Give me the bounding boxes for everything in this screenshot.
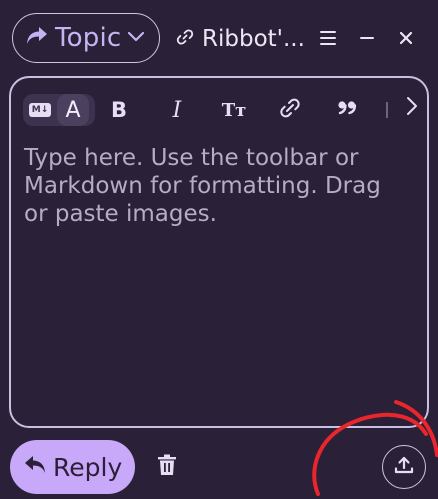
upload-button[interactable] [382,445,426,489]
trash-icon [157,454,177,481]
rich-text-mode-icon[interactable]: A [57,94,89,126]
topic-label: Topic [55,23,122,53]
formatting-toolbar: M↓ A B I Tт [11,78,427,140]
chevron-down-icon [127,29,145,47]
close-icon[interactable] [392,24,420,52]
minimize-icon[interactable] [353,24,381,52]
topic-link[interactable]: Ribbot'... [176,22,305,56]
toolbar-divider [385,96,389,124]
heading-icon: Tт [221,99,247,121]
heading-button[interactable]: Tт [221,96,247,124]
italic-icon: I [172,97,182,123]
topic-selector[interactable]: Topic [12,13,160,63]
link-icon [176,28,194,51]
topic-title: Ribbot'... [202,26,305,52]
toolbar-more-button[interactable] [403,94,421,122]
markdown-mode-icon[interactable]: M↓ [29,103,51,117]
reply-arrow-icon [25,25,49,52]
editor-panel: M↓ A B I Tт Type here. Use the toolbar o… [9,76,429,428]
bold-button[interactable]: B [108,96,130,124]
upload-icon [394,455,414,480]
editor-mode-toggle[interactable]: M↓ A [23,94,95,126]
menu-icon[interactable] [314,24,342,52]
reply-button[interactable]: Reply [10,440,135,494]
chevron-right-icon [406,96,418,121]
quote-icon [337,100,357,121]
message-textarea[interactable]: Type here. Use the toolbar or Markdown f… [24,144,406,228]
reply-composer: Topic Ribbot'... M↓ A B I Tт Type here. … [0,0,438,499]
reply-arrow-icon [23,454,47,481]
reply-label: Reply [53,452,123,482]
link-icon [279,97,301,124]
italic-button[interactable]: I [167,96,187,124]
insert-link-button[interactable] [279,96,301,124]
quote-button[interactable] [336,96,358,124]
discard-button[interactable] [156,454,178,480]
bold-icon: B [110,98,127,122]
